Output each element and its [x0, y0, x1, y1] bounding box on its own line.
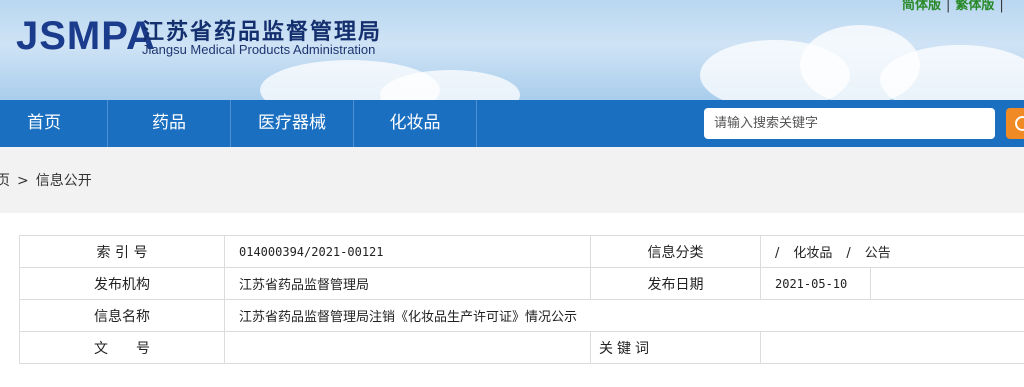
- breadcrumb: 页 > 信息公开: [0, 147, 1024, 213]
- nav-item-drugs[interactable]: 药品: [108, 100, 230, 147]
- publisher-value: 江苏省药品监督管理局: [224, 267, 591, 300]
- keywords-label: 关键词: [590, 331, 761, 364]
- category-separator: /: [775, 246, 780, 261]
- category-label: 信息分类: [590, 235, 761, 268]
- document-number-label: 文 号: [19, 331, 225, 364]
- search-icon: [1015, 116, 1024, 131]
- info-name-label: 信息名称: [19, 299, 225, 332]
- table-row: 发布机构 江苏省药品监督管理局 发布日期 2021-05-10: [19, 267, 1024, 300]
- publisher-label: 发布机构: [19, 267, 225, 300]
- breadcrumb-current[interactable]: 信息公开: [36, 173, 92, 189]
- empty-cell: [870, 267, 1024, 300]
- breadcrumb-home-link[interactable]: 页: [0, 173, 10, 189]
- breadcrumb-separator: >: [17, 173, 29, 189]
- search-button[interactable]: [1006, 108, 1024, 139]
- info-name-value: 江苏省药品监督管理局注销《化妆品生产许可证》情况公示: [224, 299, 1024, 332]
- lang-simplified-link[interactable]: 简体版: [902, 0, 941, 13]
- site-logo[interactable]: JSMPA: [16, 14, 156, 59]
- site-subtitle: Jiangsu Medical Products Administration: [142, 42, 376, 57]
- publish-date-label: 发布日期: [590, 267, 761, 300]
- category-link[interactable]: 公告: [865, 246, 891, 261]
- publish-date-value: 2021-05-10: [760, 267, 871, 300]
- category-link[interactable]: 化妆品: [793, 246, 832, 261]
- keywords-value: [760, 331, 1024, 364]
- category-separator: /: [846, 246, 851, 261]
- table-row: 文 号 关键词: [19, 331, 1024, 364]
- nav-divider: [476, 100, 477, 147]
- document-number-value: [224, 331, 591, 364]
- language-switcher: 简体版 | 繁体版 |: [902, 0, 1009, 13]
- info-metadata-table: 索 引 号 014000394/2021-00121 信息分类 / 化妆品 / 公告 …: [19, 235, 1024, 364]
- lang-traditional-link[interactable]: 繁体版: [955, 0, 994, 13]
- nav-item-medical-devices[interactable]: 医疗器械: [231, 100, 353, 147]
- category-value: / 化妆品 / 公告: [760, 235, 1024, 268]
- table-row: 索 引 号 014000394/2021-00121 信息分类 / 化妆品 / 公告: [19, 235, 1024, 268]
- nav-item-cosmetics[interactable]: 化妆品: [354, 100, 476, 147]
- index-number-value: 014000394/2021-00121: [224, 235, 591, 268]
- lang-divider: |: [999, 0, 1004, 13]
- search-input[interactable]: [704, 108, 995, 139]
- lang-divider: |: [946, 0, 951, 13]
- index-number-label: 索 引 号: [19, 235, 225, 268]
- content-area: 索 引 号 014000394/2021-00121 信息分类 / 化妆品 / 公告 …: [0, 213, 1024, 387]
- header-banner: JSMPA 江苏省药品监督管理局 Jiangsu Medical Product…: [0, 0, 1024, 100]
- table-row: 信息名称 江苏省药品监督管理局注销《化妆品生产许可证》情况公示: [19, 299, 1024, 332]
- nav-item-home[interactable]: 首页: [0, 100, 88, 147]
